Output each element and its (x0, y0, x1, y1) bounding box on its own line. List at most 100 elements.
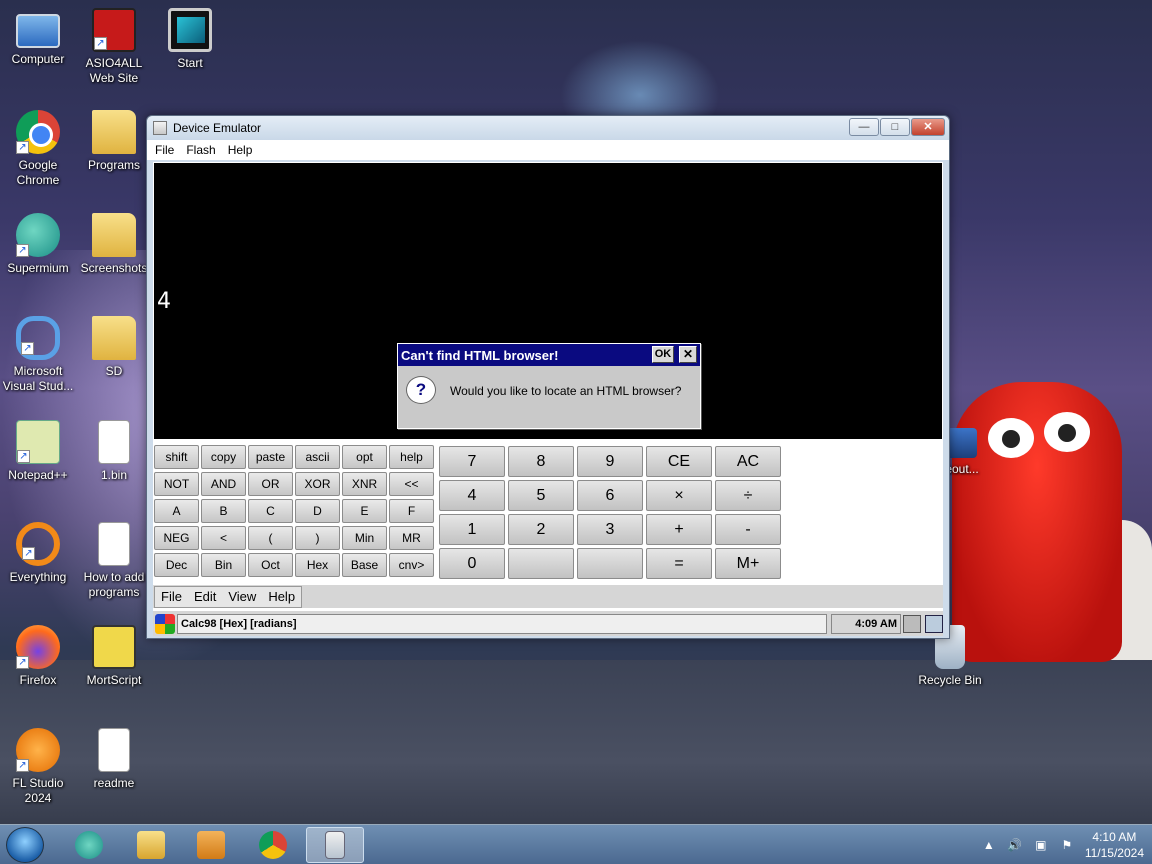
desktop-switch-icon[interactable] (925, 615, 943, 633)
wince-start-icon[interactable] (155, 614, 175, 634)
network-icon[interactable]: ▣ (1033, 838, 1049, 852)
key-7[interactable]: 7 (439, 446, 505, 477)
key-f[interactable]: F (389, 499, 434, 523)
dialog-ok-button[interactable]: OK (652, 346, 674, 363)
dialog-close-button[interactable]: ✕ (679, 346, 697, 363)
key-or[interactable]: OR (248, 472, 293, 496)
key-c[interactable]: C (248, 499, 293, 523)
key-3[interactable]: 3 (577, 514, 643, 545)
key-open-paren[interactable]: ( (248, 526, 293, 550)
desktop-icon-readme[interactable]: readme (76, 728, 152, 791)
key-6[interactable]: 6 (577, 480, 643, 511)
keyboard-icon[interactable] (903, 615, 921, 633)
taskbar-chrome[interactable] (244, 827, 302, 863)
wince-clock[interactable]: 4:09 AM (831, 614, 901, 634)
desktop-icon-asio4all[interactable]: ↗ ASIO4ALL Web Site (76, 8, 152, 86)
desktop-icon-everything[interactable]: ↗ Everything (0, 522, 76, 585)
window-titlebar[interactable]: Device Emulator — □ ✕ (147, 116, 949, 140)
key-d[interactable]: D (295, 499, 340, 523)
menu-help[interactable]: Help (222, 143, 259, 157)
key-close-paren[interactable]: ) (295, 526, 340, 550)
calc-menu-edit[interactable]: Edit (188, 589, 222, 604)
desktop-icon-programs[interactable]: Programs (76, 110, 152, 173)
key-hex[interactable]: Hex (295, 553, 340, 577)
show-hidden-icons-icon[interactable]: ▲ (981, 838, 997, 852)
taskbar-media-player[interactable] (182, 827, 240, 863)
key-e[interactable]: E (342, 499, 387, 523)
desktop-icon-1bin[interactable]: 1.bin (76, 420, 152, 483)
desktop-icon-computer[interactable]: Computer (0, 8, 76, 67)
key-dec[interactable]: Dec (154, 553, 199, 577)
key-min[interactable]: Min (342, 526, 387, 550)
menu-flash[interactable]: Flash (180, 143, 221, 157)
calc-menu-help[interactable]: Help (262, 589, 301, 604)
key-less-than[interactable]: < (201, 526, 246, 550)
key-9[interactable]: 9 (577, 446, 643, 477)
minimize-button[interactable]: — (849, 118, 879, 136)
maximize-button[interactable]: □ (880, 118, 910, 136)
key-xnr[interactable]: XNR (342, 472, 387, 496)
key-equals[interactable]: = (646, 548, 712, 579)
start-button[interactable] (6, 827, 44, 863)
key-multiply[interactable]: × (646, 480, 712, 511)
key-0[interactable]: 0 (439, 548, 505, 579)
close-button[interactable]: ✕ (911, 118, 945, 136)
key-2[interactable]: 2 (508, 514, 574, 545)
key-and[interactable]: AND (201, 472, 246, 496)
desktop-icon-mortscript[interactable]: MortScript (76, 625, 152, 688)
taskbar-device-emulator[interactable] (306, 827, 364, 863)
key-4[interactable]: 4 (439, 480, 505, 511)
key-plus[interactable]: + (646, 514, 712, 545)
key-opt[interactable]: opt (342, 445, 387, 469)
desktop-icon-firefox[interactable]: ↗ Firefox (0, 625, 76, 688)
key-ce[interactable]: CE (646, 446, 712, 477)
key-minus[interactable]: - (715, 514, 781, 545)
calc-menu-file[interactable]: File (155, 589, 188, 604)
key-shift-left[interactable]: << (389, 472, 434, 496)
key-8[interactable]: 8 (508, 446, 574, 477)
action-center-icon[interactable]: ⚑ (1059, 838, 1075, 852)
shortcut-arrow-icon: ↗ (21, 342, 34, 355)
desktop-icon-fl-studio[interactable]: ↗ FL Studio 2024 (0, 728, 76, 806)
desktop-icon-label: How to add programs (83, 570, 145, 599)
volume-icon[interactable]: 🔊 (1007, 838, 1023, 852)
menu-file[interactable]: File (149, 143, 180, 157)
key-ac[interactable]: AC (715, 446, 781, 477)
key-oct[interactable]: Oct (248, 553, 293, 577)
key-xor[interactable]: XOR (295, 472, 340, 496)
key-1[interactable]: 1 (439, 514, 505, 545)
desktop-icon-screenshots[interactable]: Screenshots (76, 213, 152, 276)
key-b[interactable]: B (201, 499, 246, 523)
taskbar-supermium[interactable] (60, 827, 118, 863)
app-icon (947, 428, 977, 458)
desktop-icon-sd[interactable]: SD (76, 316, 152, 379)
desktop-icon-start[interactable]: Start (152, 8, 228, 71)
taskbar-explorer[interactable] (122, 827, 180, 863)
key-ascii[interactable]: ascii (295, 445, 340, 469)
key-shift[interactable]: shift (154, 445, 199, 469)
wince-task-button[interactable]: Calc98 [Hex] [radians] (177, 614, 827, 634)
desktop-icon-how-to-add-programs[interactable]: How to add programs (76, 522, 152, 600)
dialog-message: Would you like to locate an HTML browser… (450, 384, 682, 398)
key-neg[interactable]: NEG (154, 526, 199, 550)
key-base[interactable]: Base (342, 553, 387, 577)
key-a[interactable]: A (154, 499, 199, 523)
key-not[interactable]: NOT (154, 472, 199, 496)
key-blank[interactable] (508, 548, 574, 579)
desktop-icon-notepad-plus-plus[interactable]: ↗ Notepad++ (0, 420, 76, 483)
key-divide[interactable]: ÷ (715, 480, 781, 511)
desktop-icon-google-chrome[interactable]: ↗ Google Chrome (0, 110, 76, 188)
key-5[interactable]: 5 (508, 480, 574, 511)
key-blank[interactable] (577, 548, 643, 579)
desktop-icon-supermium[interactable]: ↗ Supermium (0, 213, 76, 276)
key-convert[interactable]: cnv> (389, 553, 434, 577)
key-paste[interactable]: paste (248, 445, 293, 469)
key-mr[interactable]: MR (389, 526, 434, 550)
taskbar-clock[interactable]: 4:10 AM 11/15/2024 (1085, 829, 1144, 861)
key-m-plus[interactable]: M+ (715, 548, 781, 579)
calc-menu-view[interactable]: View (222, 589, 262, 604)
key-bin[interactable]: Bin (201, 553, 246, 577)
desktop-icon-visual-studio[interactable]: ↗ Microsoft Visual Stud... (0, 316, 76, 394)
key-help[interactable]: help (389, 445, 434, 469)
key-copy[interactable]: copy (201, 445, 246, 469)
